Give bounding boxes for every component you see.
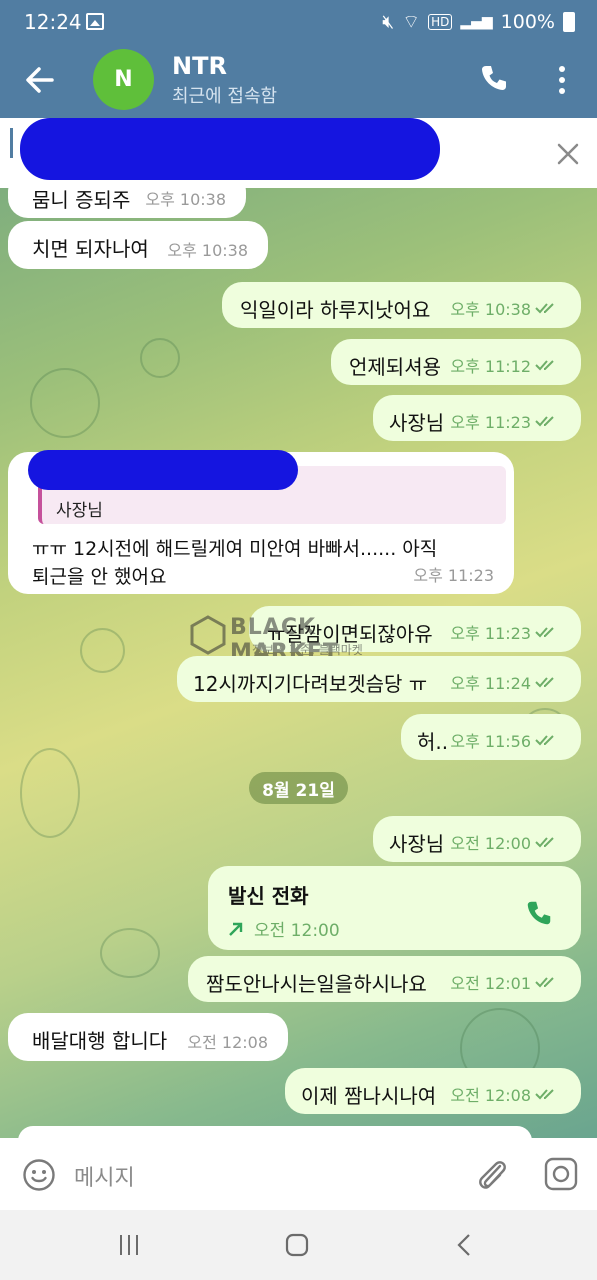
back-arrow-icon[interactable] (22, 62, 58, 98)
message-text: 언제되셔용 (349, 355, 441, 379)
message-time: 오후 11:12 (450, 353, 561, 377)
message-time: 오전 12:08 (450, 1082, 561, 1106)
avatar[interactable]: N (93, 49, 154, 110)
camera-icon[interactable] (543, 1156, 579, 1192)
chat-title[interactable]: NTR (172, 52, 227, 80)
message-text: 사장님 (389, 411, 445, 435)
message-bubble-outgoing[interactable]: 사장님 오후 11:23 (373, 395, 581, 441)
message-text: 뭄니 증되주 (32, 188, 131, 212)
call-status: 오전 12:00 (228, 916, 340, 941)
reply-quote-text: 사장님 (56, 501, 103, 521)
background-doodle (100, 928, 160, 978)
system-nav-bar (0, 1210, 597, 1280)
message-text: ㅠㅠ 12시전에 해드릴게여 미안여 바빠서...... 아직 (32, 538, 438, 560)
attach-icon[interactable] (474, 1156, 510, 1194)
home-icon[interactable] (284, 1232, 310, 1258)
signal-icon: ▂▄▆ (460, 14, 493, 30)
check-double-icon (535, 1089, 554, 1100)
message-text: 익일이라 하루지낫어요 (240, 298, 431, 322)
call-card[interactable]: 발신 전화 오전 12:00 (208, 866, 581, 950)
phone-icon[interactable] (524, 898, 554, 928)
message-time: 오후 11:23 (413, 566, 494, 585)
message-time: 오후 10:38 (167, 241, 248, 260)
message-input[interactable]: 메시지 (74, 1160, 135, 1192)
check-double-icon (535, 677, 554, 688)
background-doodle (80, 628, 125, 673)
message-time: 오전 12:08 (187, 1033, 268, 1052)
chat-status: 최근에 접속함 (172, 86, 278, 107)
mute-icon: 🔇︎ (382, 11, 395, 33)
message-text: 치면 되자나여 (32, 237, 149, 261)
check-double-icon (535, 735, 554, 746)
message-bubble-incoming[interactable]: 치면 되자나여 오후 10:38 (8, 221, 268, 269)
message-time: 오후 11:56 (450, 728, 561, 752)
check-double-icon (535, 977, 554, 988)
status-bar: 12:24 🔇︎ ⌔ HD ▂▄▆ 100% (0, 0, 597, 44)
message-text: 배달대행 합니다 (32, 1029, 168, 1053)
gallery-icon (86, 13, 104, 30)
more-vertical-icon[interactable] (552, 62, 572, 98)
nav-back-icon[interactable] (452, 1232, 478, 1258)
check-double-icon (535, 416, 554, 427)
message-bubble-outgoing[interactable]: 이제 짬나시나여 오전 12:08 (285, 1068, 581, 1114)
background-doodle (20, 748, 80, 838)
message-bubble-incoming[interactable]: 뭄니 증되주 오후 10:38 (8, 188, 246, 218)
background-doodle (30, 368, 100, 438)
chat-area[interactable]: 뭄니 증되주 오후 10:38 치면 되자나여 오후 10:38 익일이라 하루… (0, 188, 597, 1138)
wifi-icon: ⌔ (402, 11, 421, 33)
redaction-mark (20, 118, 440, 180)
message-time: 오후 11:24 (450, 670, 561, 694)
search-cursor (10, 128, 13, 158)
call-title: 발신 전화 (228, 884, 309, 908)
emoji-icon[interactable] (22, 1158, 56, 1192)
message-text: 짬도안나시는일을하시나요 (206, 972, 427, 996)
message-time: 오후 10:38 (145, 190, 226, 209)
check-double-icon (535, 837, 554, 848)
phone-icon[interactable] (478, 62, 510, 94)
check-double-icon (535, 303, 554, 314)
message-bubble-outgoing[interactable]: 익일이라 하루지낫어요 오후 10:38 (222, 282, 581, 328)
message-bubble-outgoing[interactable]: 사장님 오전 12:00 (373, 816, 581, 862)
message-time: 오후 11:23 (450, 409, 561, 433)
date-separator: 8월 21일 (249, 772, 348, 804)
message-text: 12시까지기다려보겟슴당 ㅠ (193, 672, 428, 696)
chat-header: N NTR 최근에 접속함 (0, 44, 597, 118)
network-badge: HD (428, 14, 453, 30)
message-time: 오후 10:38 (450, 296, 561, 320)
message-text: 이제 짬나시나여 (301, 1084, 437, 1108)
message-text: 퇴근을 안 했어요 (32, 566, 167, 588)
status-time: 12:24 (24, 10, 82, 34)
message-text: 사장님 (389, 832, 445, 856)
message-bubble-outgoing[interactable]: 허.. 오후 11:56 (401, 714, 581, 760)
message-bubble-outgoing[interactable]: 짬도안나시는일을하시나요 오전 12:01 (188, 956, 581, 1002)
black-market-logo-icon (190, 615, 226, 655)
check-double-icon (535, 627, 554, 638)
status-right: 🔇︎ ⌔ HD ▂▄▆ 100% (382, 10, 575, 34)
watermark: BLACK MARKET 정보의 기준, 블랙마켓 (190, 615, 430, 665)
message-input-bar: 메시지 (0, 1138, 597, 1210)
message-bubble-outgoing[interactable]: 언제되셔용 오후 11:12 (331, 339, 581, 385)
battery-icon (563, 12, 575, 32)
check-double-icon (535, 360, 554, 371)
message-bubble-incoming[interactable] (18, 1126, 532, 1138)
battery-percent: 100% (500, 11, 555, 33)
call-time: 오전 12:00 (254, 921, 340, 941)
call-out-arrow-icon (229, 922, 243, 936)
message-text: 허.. (417, 730, 449, 754)
message-bubble-incoming[interactable]: 배달대행 합니다 오전 12:08 (8, 1013, 288, 1061)
close-icon[interactable] (555, 141, 581, 167)
message-bubble-outgoing[interactable]: 12시까지기다려보겟슴당 ㅠ 오후 11:24 (177, 656, 581, 702)
redaction-mark (28, 450, 298, 490)
message-time: 오전 12:01 (450, 970, 561, 994)
message-time: 오후 11:23 (450, 620, 561, 644)
background-doodle (140, 338, 180, 378)
recent-apps-icon[interactable] (116, 1232, 142, 1258)
message-time: 오전 12:00 (450, 830, 561, 854)
